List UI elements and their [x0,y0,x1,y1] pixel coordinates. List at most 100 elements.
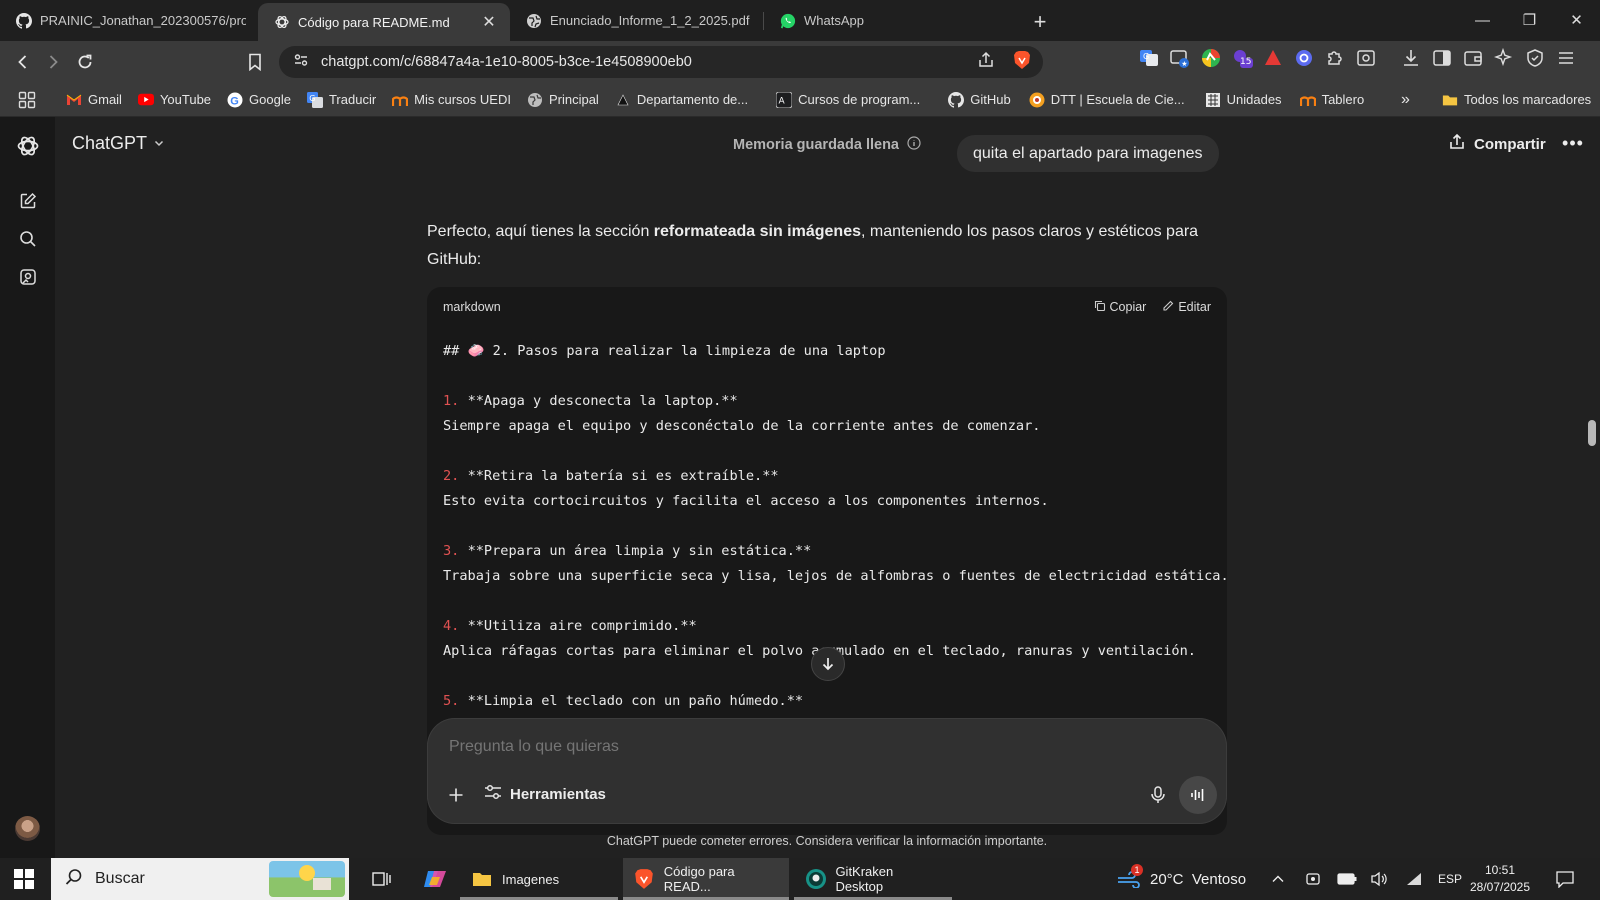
taskbar-app-brave[interactable]: Código para READ... [623,858,789,900]
leo-ai-icon[interactable] [1493,47,1515,69]
code-step-title: 1. **Apaga y desconecta la laptop.** [443,389,1211,414]
new-chat-icon[interactable] [12,185,44,217]
bookmark-traducir[interactable]: G Traducir [299,87,384,113]
tab-github[interactable]: PRAINIC_Jonathan_202300576/prom [0,3,258,38]
site-settings-icon[interactable] [293,52,309,72]
step-number: 1. [443,393,460,409]
openai-logo-icon[interactable] [12,130,44,162]
clock-date: 28/07/2025 [1469,880,1531,894]
clock-time: 10:51 [1484,863,1516,877]
step-number: 4. [443,618,460,634]
search-chats-icon[interactable] [12,223,44,255]
share-page-icon[interactable] [977,51,995,73]
bookmark-dtt[interactable]: DTT | Escuela de Cie... [1021,87,1193,113]
more-options-icon[interactable]: ••• [1558,131,1588,155]
code-step-title: 4. **Utiliza aire comprimido.** [443,614,1211,639]
close-window-icon[interactable]: ✕ [1553,0,1600,40]
user-message-bubble: quita el apartado para imagenes [957,135,1219,172]
taskbar-app-imagenes[interactable]: Imagenes [460,858,618,900]
bookmark-unidades[interactable]: Unidades [1197,87,1290,113]
show-hidden-icons[interactable] [1271,858,1285,900]
user-avatar[interactable] [15,816,40,841]
sidebar-toggle-icon[interactable] [1431,47,1453,69]
wallet-icon[interactable] [1462,47,1484,69]
vpn-shield-icon[interactable] [1524,47,1546,69]
tab-whatsapp[interactable]: WhatsApp [764,3,1018,38]
bookmark-label: Principal [548,92,599,107]
whatsapp-icon [780,13,796,29]
step-title: **Utiliza aire comprimido.** [467,618,697,634]
bookmark-youtube[interactable]: YouTube [130,87,219,113]
gear-extension-icon[interactable] [1293,47,1315,69]
prompt-input[interactable] [449,738,1189,756]
tools-button[interactable]: Herramientas [484,784,606,804]
step-number: 2. [443,468,460,484]
bookmark-label: Mis cursos UEDI [414,92,511,107]
voice-mode-button[interactable] [1179,776,1217,814]
close-tab-icon[interactable]: ✕ [480,13,498,31]
back-icon[interactable] [8,47,38,77]
reload-icon[interactable] [70,47,100,77]
bookmark-google[interactable]: G Google [219,87,299,113]
system-clock[interactable]: 10:51 28/07/2025 [1460,862,1540,896]
forward-icon[interactable] [38,47,68,77]
purple-extension-icon[interactable]: 15 [1231,47,1253,69]
taskbar-app-gitkraken[interactable]: GitKraken Desktop [794,858,952,900]
warning-extension-icon[interactable] [1262,47,1284,69]
share-button[interactable]: Compartir [1448,133,1546,155]
copilot-icon[interactable] [410,858,460,900]
bookmark-mis-cursos[interactable]: Mis cursos UEDI [384,87,519,113]
volume-icon[interactable] [1370,858,1388,900]
memory-status[interactable]: Memoria guardada llena [733,136,921,154]
all-bookmarks-folder[interactable]: Todos los marcadores [1434,87,1599,113]
color-wheel-extension-icon[interactable] [1200,47,1222,69]
bookmark-departamento[interactable]: Departamento de... [607,87,756,113]
edit-code-button[interactable]: Editar [1162,300,1211,315]
tab-pdf[interactable]: Enunciado_Informe_1_2_2025.pdf [510,3,764,38]
library-icon[interactable] [12,261,44,293]
bookmarks-overflow-button[interactable]: » [1393,87,1418,113]
tab-chatgpt[interactable]: Código para README.md ✕ [258,3,510,41]
info-icon[interactable] [907,136,921,154]
address-bar[interactable]: chatgpt.com/c/68847a4a-1e10-8005-b3ce-1e… [279,46,1043,78]
message-composer: Herramientas [427,718,1227,824]
code-step-title: 5. **Limpia el teclado con un paño húmed… [443,689,1211,714]
taskbar-search[interactable]: Buscar [51,858,349,900]
page-scrollbar-thumb[interactable] [1588,420,1596,446]
scroll-to-bottom-button[interactable] [811,647,845,681]
youtube-icon [137,92,154,108]
task-view-icon[interactable] [360,858,404,900]
bookmark-tablero[interactable]: Tablero [1292,87,1373,113]
bookmark-cursos-programacion[interactable]: A Cursos de program... [768,87,928,113]
code-step-text: Esto evita cortocircuitos y facilita el … [443,493,1049,509]
bookmark-page-icon[interactable] [240,47,270,77]
bookmark-principal[interactable]: Principal [519,87,607,113]
wifi-icon[interactable] [1405,858,1423,900]
weather-widget[interactable]: 1 20°C Ventoso [1116,858,1246,900]
download-icon[interactable] [1400,47,1422,69]
bookmark-github[interactable]: GitHub [940,87,1018,113]
add-attachment-icon[interactable] [441,780,471,810]
puzzle-icon[interactable] [1324,47,1346,69]
globe-icon [526,13,542,29]
battery-icon[interactable] [1337,858,1357,900]
apps-grid-icon[interactable] [0,87,58,113]
brave-shields-icon[interactable] [1013,50,1031,74]
bookmark-gmail[interactable]: Gmail [58,87,130,113]
reader-icon[interactable] [1355,47,1377,69]
notifications-icon[interactable] [1555,858,1575,900]
restore-icon[interactable]: ❐ [1506,0,1553,40]
model-selector[interactable]: ChatGPT [72,133,165,154]
window-extension-icon[interactable]: ★ [1169,47,1191,69]
windows-start-icon[interactable] [14,869,34,889]
new-tab-button[interactable]: + [1026,8,1054,36]
translate-extension-icon[interactable]: G [1138,47,1160,69]
bookmark-label: Tablero [1321,92,1365,107]
menu-icon[interactable] [1555,47,1577,69]
weather-text: 20°C Ventoso [1150,870,1247,888]
minimize-icon[interactable]: — [1459,0,1506,40]
microphone-icon[interactable] [1143,780,1173,810]
input-language[interactable]: ESP [1438,858,1462,900]
meet-now-icon[interactable] [1305,858,1321,900]
copy-code-button[interactable]: Copiar [1094,300,1146,315]
